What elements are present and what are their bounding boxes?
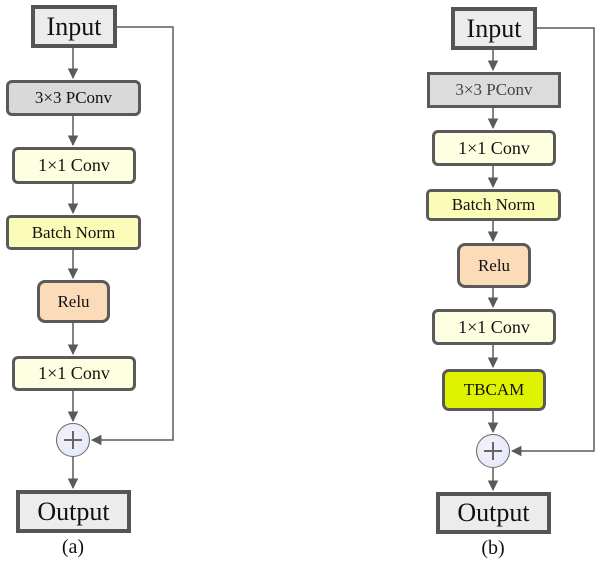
tbcam-label: TBCAM xyxy=(463,380,525,399)
conv1-label: 1×1 Conv xyxy=(458,137,530,158)
caption-a: (a) xyxy=(61,536,85,558)
input-node-a: Input xyxy=(31,5,117,48)
relu-label: Relu xyxy=(477,255,511,275)
conv2-node-a: 1×1 Conv xyxy=(12,356,136,391)
output-label: Output xyxy=(457,498,530,527)
batchnorm-label: Batch Norm xyxy=(31,222,116,242)
output-node-b: Output xyxy=(436,492,551,534)
batchnorm-node-b: Batch Norm xyxy=(426,189,561,221)
relu-node-b: Relu xyxy=(457,243,531,288)
pconv-label: 3×3 PConv xyxy=(455,80,533,99)
pconv-label: 3×3 PConv xyxy=(34,88,113,107)
relu-node-a: Relu xyxy=(37,280,110,323)
relu-label: Relu xyxy=(57,291,90,311)
caption-b: (b) xyxy=(481,537,505,559)
add-icon xyxy=(56,423,90,457)
input-label: Input xyxy=(466,13,522,43)
conv2-node-b: 1×1 Conv xyxy=(432,309,556,345)
add-icon xyxy=(476,434,510,468)
conv1-node-a: 1×1 Conv xyxy=(12,147,136,184)
conv2-label: 1×1 Conv xyxy=(458,316,530,337)
pconv-node-a: 3×3 PConv xyxy=(6,80,141,116)
input-label: Input xyxy=(46,11,102,41)
output-node-a: Output xyxy=(16,490,131,533)
batchnorm-node-a: Batch Norm xyxy=(6,215,141,250)
conv1-node-b: 1×1 Conv xyxy=(432,130,556,166)
conv2-label: 1×1 Conv xyxy=(38,363,110,383)
batchnorm-label: Batch Norm xyxy=(451,195,536,214)
pconv-node-b: 3×3 PConv xyxy=(427,72,561,108)
output-label: Output xyxy=(37,496,110,526)
conv1-label: 1×1 Conv xyxy=(38,155,110,175)
input-node-b: Input xyxy=(451,7,537,50)
tbcam-node-b: TBCAM xyxy=(442,369,546,411)
